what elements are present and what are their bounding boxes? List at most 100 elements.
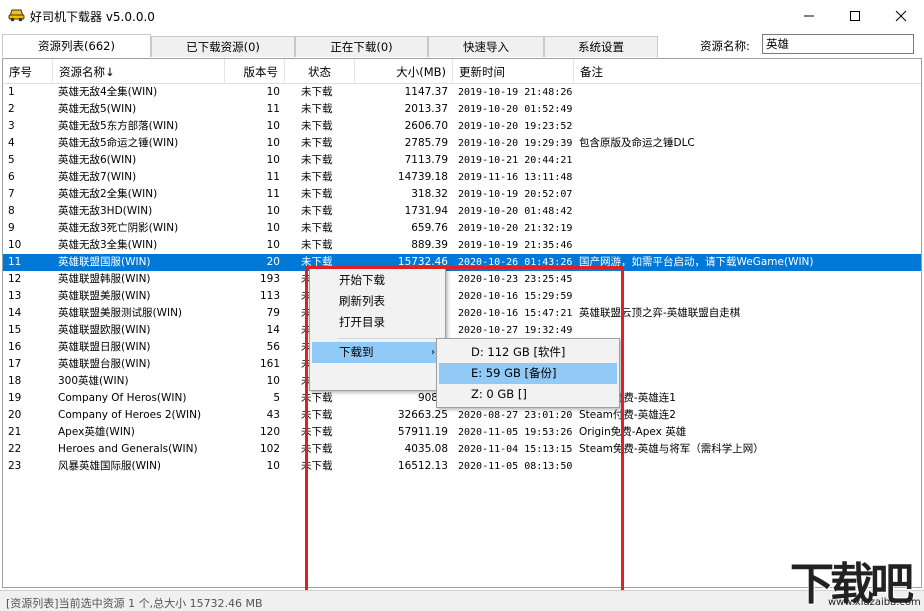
- table-row[interactable]: 2 英雄无敌5(WIN) 11 未下载 2013.37 2019-10-20 01:52:…: [3, 101, 921, 118]
- column-header-status[interactable]: 状态: [285, 59, 355, 84]
- cell-remark: [574, 237, 921, 254]
- cell-name: 英雄联盟台服(WIN): [58, 358, 151, 370]
- cell-remark: [574, 203, 921, 220]
- cell-index: 11: [8, 256, 22, 268]
- column-header-size[interactable]: 大小(MB): [355, 59, 453, 84]
- column-header-updated[interactable]: 更新时间: [453, 59, 574, 84]
- cell-name: 300英雄(WIN): [58, 375, 129, 387]
- cell-name: 英雄无敌5命运之锤(WIN): [58, 137, 179, 149]
- cell-remark: 游: [574, 373, 921, 390]
- menu-item-start-download[interactable]: 开始下载: [312, 270, 443, 291]
- cell-name: 英雄无敌3HD(WIN): [58, 205, 153, 217]
- table-row[interactable]: 22 Heroes and Generals(WIN) 102 未下载 4035.08 2…: [3, 441, 921, 458]
- search-input[interactable]: [762, 34, 914, 54]
- cell-status: 未下载: [301, 137, 333, 149]
- submenu-item-drive-e[interactable]: E: 59 GB [备份]: [439, 363, 617, 384]
- cell-index: 6: [8, 171, 15, 183]
- table-row[interactable]: 13 英雄联盟美服(WIN) 113 未 2020-10-16 15:29:59: [3, 288, 921, 305]
- table-row[interactable]: 23 风暴英雄国际服(WIN) 10 未下载 16512.13 2020-11-05 08…: [3, 458, 921, 475]
- cell-size: 318.32: [411, 188, 448, 200]
- column-header-remark[interactable]: 备注: [574, 59, 921, 84]
- table-row[interactable]: 9 英雄无敌3死亡阴影(WIN) 10 未下载 659.76 2019-10-20 21:…: [3, 220, 921, 237]
- table-row[interactable]: 8 英雄无敌3HD(WIN) 10 未下载 1731.94 2019-10-20 01:4…: [3, 203, 921, 220]
- cell-status: 未下载: [301, 205, 333, 217]
- search-label: 资源名称:: [700, 39, 750, 53]
- cell-updated: 2019-10-19 21:48:26: [458, 87, 573, 98]
- table-row[interactable]: 10 英雄无敌3全集(WIN) 10 未下载 889.39 2019-10-19 21:3…: [3, 237, 921, 254]
- cell-remark: [574, 186, 921, 203]
- cell-updated: 2020-10-27 19:32:49: [458, 325, 573, 336]
- cell-version: 11: [266, 171, 280, 183]
- cell-name: 英雄联盟美服测试服(WIN): [58, 307, 183, 319]
- cell-name: 英雄无敌6(WIN): [58, 154, 137, 166]
- cell-index: 13: [8, 290, 22, 302]
- submenu-item-drive-z[interactable]: Z: 0 GB []: [439, 384, 617, 405]
- resource-table[interactable]: 序号 资源名称↓ 版本号 状态 大小(MB) 更新时间 备注 1 英雄无敌4全集(…: [2, 58, 922, 588]
- status-text: [资源列表]当前选中资源 1 个,总大小 15732.46 MB: [6, 597, 263, 610]
- cell-updated: 2019-10-20 19:29:39: [458, 138, 573, 149]
- cell-size: 7113.79: [404, 154, 448, 166]
- cell-name: 英雄无敌7(WIN): [58, 171, 137, 183]
- close-icon: [895, 10, 907, 22]
- table-row[interactable]: 14 英雄联盟美服测试服(WIN) 79 未 2020-10-16 15:47:21 英雄…: [3, 305, 921, 322]
- cell-index: 7: [8, 188, 15, 200]
- menu-separator: [338, 338, 443, 339]
- table-row[interactable]: 5 英雄无敌6(WIN) 10 未下载 7113.79 2019-10-21 20:44:…: [3, 152, 921, 169]
- cell-index: 1: [8, 86, 15, 98]
- cell-index: 12: [8, 273, 22, 285]
- column-header-version[interactable]: 版本号: [225, 59, 285, 84]
- cell-remark: [574, 84, 921, 101]
- cell-status: 未下载: [301, 392, 333, 404]
- cell-name: 英雄无敌4全集(WIN): [58, 86, 158, 98]
- cell-updated: 2020-11-05 08:13:50: [458, 461, 573, 472]
- cell-updated: 2020-10-26 01:43:26: [458, 257, 573, 268]
- submenu-item-drive-d[interactable]: D: 112 GB [软件]: [439, 342, 617, 363]
- cell-version: 102: [259, 443, 280, 455]
- cell-name: Company of Heroes 2(WIN): [58, 409, 202, 421]
- close-button[interactable]: [878, 0, 924, 31]
- cell-version: 120: [259, 426, 280, 438]
- table-row[interactable]: 3 英雄无敌5东方部落(WIN) 10 未下载 2606.70 2019-10-20 19…: [3, 118, 921, 135]
- menu-item-download-to-label: 下载到: [339, 345, 374, 359]
- cell-remark: Steam免费-英雄与将军（需科学上网）: [579, 443, 764, 455]
- cell-name: Apex英雄(WIN): [58, 426, 135, 438]
- minimize-icon: [803, 10, 815, 22]
- cell-index: 20: [8, 409, 22, 421]
- table-row[interactable]: 6 英雄无敌7(WIN) 11 未下载 14739.18 2019-11-16 13:11…: [3, 169, 921, 186]
- table-row[interactable]: 20 Company of Heroes 2(WIN) 43 未下载 32663.25 2…: [3, 407, 921, 424]
- cell-version: 56: [266, 341, 280, 353]
- cell-remark: [574, 339, 921, 356]
- tab-settings[interactable]: 系统设置: [544, 36, 658, 57]
- cell-updated: 2020-10-16 15:47:21: [458, 308, 573, 319]
- table-row[interactable]: 1 英雄无敌4全集(WIN) 10 未下载 1147.37 2019-10-19 21:4…: [3, 84, 921, 101]
- column-header-index[interactable]: 序号: [3, 59, 53, 84]
- menu-item-refresh-list[interactable]: 刷新列表: [312, 291, 443, 312]
- cell-version: 10: [266, 154, 280, 166]
- cell-index: 21: [8, 426, 22, 438]
- table-row[interactable]: 12 英雄联盟韩服(WIN) 193 未 2020-10-23 23:25:45: [3, 271, 921, 288]
- table-row[interactable]: 4 英雄无敌5命运之锤(WIN) 10 未下载 2785.79 2019-10-20 19…: [3, 135, 921, 152]
- cell-status: 未下载: [301, 426, 333, 438]
- cell-name: 英雄联盟国服(WIN): [58, 256, 151, 268]
- cell-status: 未下载: [301, 239, 333, 251]
- tab-downloaded[interactable]: 已下载资源(0): [151, 36, 295, 57]
- tab-quick-import[interactable]: 快速导入: [428, 36, 544, 57]
- tab-downloading[interactable]: 正在下载(0): [295, 36, 428, 57]
- tab-resource-list[interactable]: 资源列表(662): [2, 34, 151, 57]
- cell-remark: 包含原版及命运之锤DLC: [579, 137, 695, 149]
- menu-item-download-to[interactable]: 下载到 ›: [312, 342, 443, 363]
- cell-index: 3: [8, 120, 15, 132]
- menu-item-open-folder[interactable]: 打开目录: [312, 312, 443, 333]
- table-row[interactable]: 7 英雄无敌2全集(WIN) 11 未下载 318.32 2019-10-19 20:52…: [3, 186, 921, 203]
- table-row[interactable]: 11 英雄联盟国服(WIN) 20 未下载 15732.46 2020-10-26 01:…: [3, 254, 921, 271]
- minimize-button[interactable]: [786, 0, 832, 31]
- table-row[interactable]: 15 英雄联盟欧服(WIN) 14 未 2020-10-27 19:32:49: [3, 322, 921, 339]
- cell-name: 英雄无敌2全集(WIN): [58, 188, 158, 200]
- title-bar[interactable]: 好司机下载器 v5.0.0.0: [0, 0, 924, 31]
- column-header-name[interactable]: 资源名称↓: [53, 59, 225, 84]
- maximize-button[interactable]: [832, 0, 878, 31]
- table-row[interactable]: 21 Apex英雄(WIN) 120 未下载 57911.19 2020-11-05 19…: [3, 424, 921, 441]
- cell-index: 19: [8, 392, 22, 404]
- cell-index: 23: [8, 460, 22, 472]
- cell-version: 10: [266, 375, 280, 387]
